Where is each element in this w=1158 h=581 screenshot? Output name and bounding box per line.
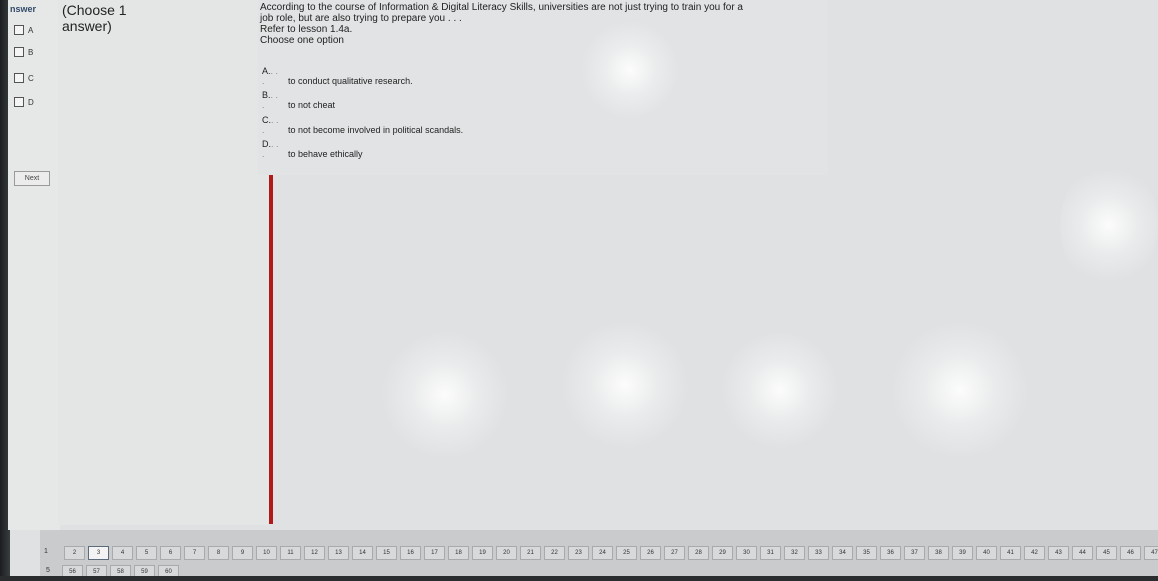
question-nav-button[interactable]: 14 (352, 546, 373, 560)
question-panel: According to the course of Information &… (258, 0, 828, 175)
question-nav-button[interactable]: 7 (184, 546, 205, 560)
question-nav-button[interactable]: 22 (544, 546, 565, 560)
question-nav-button[interactable]: 30 (736, 546, 757, 560)
question-nav-button[interactable]: 16 (400, 546, 421, 560)
answer-choice-c[interactable]: C (14, 73, 34, 83)
checkbox-c[interactable] (14, 73, 24, 83)
question-nav-button[interactable]: 24 (592, 546, 613, 560)
nav-prefix-a: 1 (44, 548, 48, 555)
nav-prefix-b: 5 (46, 567, 50, 574)
screen-glare (560, 320, 690, 450)
answer-header: nswer (10, 4, 37, 14)
option-b[interactable]: B.. . . to not cheat (262, 90, 335, 110)
question-nav-button[interactable]: 42 (1024, 546, 1045, 560)
choice-label-b: B (28, 47, 34, 57)
question-nav-button[interactable]: 4 (112, 546, 133, 560)
option-d[interactable]: D.. . . to behave ethically (262, 139, 363, 159)
option-d-letter: D.. . . (262, 139, 279, 159)
option-c-text: to not become involved in political scan… (288, 125, 464, 135)
question-nav-button[interactable]: 3 (88, 546, 109, 560)
question-nav-button[interactable]: 35 (856, 546, 877, 560)
question-nav-button[interactable]: 40 (976, 546, 997, 560)
question-nav-button[interactable]: 33 (808, 546, 829, 560)
question-nav-button[interactable]: 10 (256, 546, 277, 560)
option-b-letter: B.. . . (262, 90, 279, 110)
question-nav-button[interactable]: 29 (712, 546, 733, 560)
answer-choice-a[interactable]: A (14, 25, 33, 35)
answer-choice-d[interactable]: D (14, 97, 34, 107)
question-nav-button[interactable]: 39 (952, 546, 973, 560)
instructions-panel: (Choose 1 answer) (58, 0, 270, 525)
question-nav-button[interactable]: 27 (664, 546, 685, 560)
question-nav-button[interactable]: 12 (304, 546, 325, 560)
question-nav-button[interactable]: 19 (472, 546, 493, 560)
question-nav-button[interactable]: 13 (328, 546, 349, 560)
question-nav-button[interactable]: 31 (760, 546, 781, 560)
screen-glare (1060, 160, 1158, 290)
question-line-3: Refer to lesson 1.4a. (260, 24, 353, 35)
question-nav-button[interactable]: 18 (448, 546, 469, 560)
screen-bezel-bottom (0, 576, 1158, 581)
screen-glare (580, 20, 680, 120)
question-nav-button[interactable]: 9 (232, 546, 253, 560)
question-nav-button[interactable]: 11 (280, 546, 301, 560)
option-c-letter: C.. . . (262, 115, 279, 135)
answer-panel: nswer A B C D (8, 0, 60, 530)
question-nav-button[interactable]: 23 (568, 546, 589, 560)
choose-line-1: (Choose 1 (62, 2, 127, 18)
answer-choice-b[interactable]: B (14, 47, 33, 57)
question-nav-button[interactable]: 5 (136, 546, 157, 560)
screen-glare (720, 330, 840, 450)
question-nav-button[interactable]: 6 (160, 546, 181, 560)
question-nav-button[interactable]: 38 (928, 546, 949, 560)
question-nav-button[interactable]: 8 (208, 546, 229, 560)
checkbox-b[interactable] (14, 47, 24, 57)
question-nav-button[interactable]: 32 (784, 546, 805, 560)
screen-glare (890, 320, 1030, 460)
screen-glare (380, 330, 510, 460)
question-line-1: According to the course of Information &… (260, 2, 743, 13)
next-button[interactable]: Next (14, 171, 50, 186)
question-nav-button[interactable]: 20 (496, 546, 517, 560)
question-nav-button[interactable]: 25 (616, 546, 637, 560)
question-nav-button[interactable]: 28 (688, 546, 709, 560)
question-nav-button[interactable]: 46 (1120, 546, 1141, 560)
question-line-4: Choose one option (260, 35, 344, 46)
question-nav-button[interactable]: 15 (376, 546, 397, 560)
checkbox-a[interactable] (14, 25, 24, 35)
option-d-text: to behave ethically (288, 149, 363, 159)
question-nav-button[interactable]: 43 (1048, 546, 1069, 560)
question-nav-button[interactable]: 47 (1144, 546, 1158, 560)
question-nav-button[interactable]: 34 (832, 546, 853, 560)
question-text: According to the course of Information &… (260, 2, 820, 46)
choice-label-d: D (28, 97, 34, 107)
question-nav-button[interactable]: 26 (640, 546, 661, 560)
question-line-2: job role, but are also trying to prepare… (260, 13, 462, 24)
question-nav-row-1: 2 3 4 5 6 7 8 9 10 11 12 13 14 15 16 17 18 19 20 21 22 23 24 25… (64, 546, 1158, 560)
question-nav-button[interactable]: 37 (904, 546, 925, 560)
question-nav-button[interactable]: 2 (64, 546, 85, 560)
choice-label-a: A (28, 25, 34, 35)
question-nav-button[interactable]: 41 (1000, 546, 1021, 560)
option-a[interactable]: A.. . . to conduct qualitative research. (262, 66, 413, 86)
question-nav-button[interactable]: 36 (880, 546, 901, 560)
option-a-text: to conduct qualitative research. (288, 76, 413, 86)
option-a-letter: A.. . . (262, 66, 279, 86)
checkbox-d[interactable] (14, 97, 24, 107)
choose-instructions: (Choose 1 answer) (62, 2, 127, 34)
question-nav-button[interactable]: 45 (1096, 546, 1117, 560)
question-nav-button[interactable]: 17 (424, 546, 445, 560)
option-b-text: to not cheat (288, 100, 336, 110)
question-nav-button[interactable]: 21 (520, 546, 541, 560)
choice-label-c: C (28, 73, 34, 83)
choose-line-2: answer) (62, 18, 112, 34)
question-nav-button[interactable]: 44 (1072, 546, 1093, 560)
option-c[interactable]: C.. . . to not become involved in politic… (262, 115, 463, 135)
